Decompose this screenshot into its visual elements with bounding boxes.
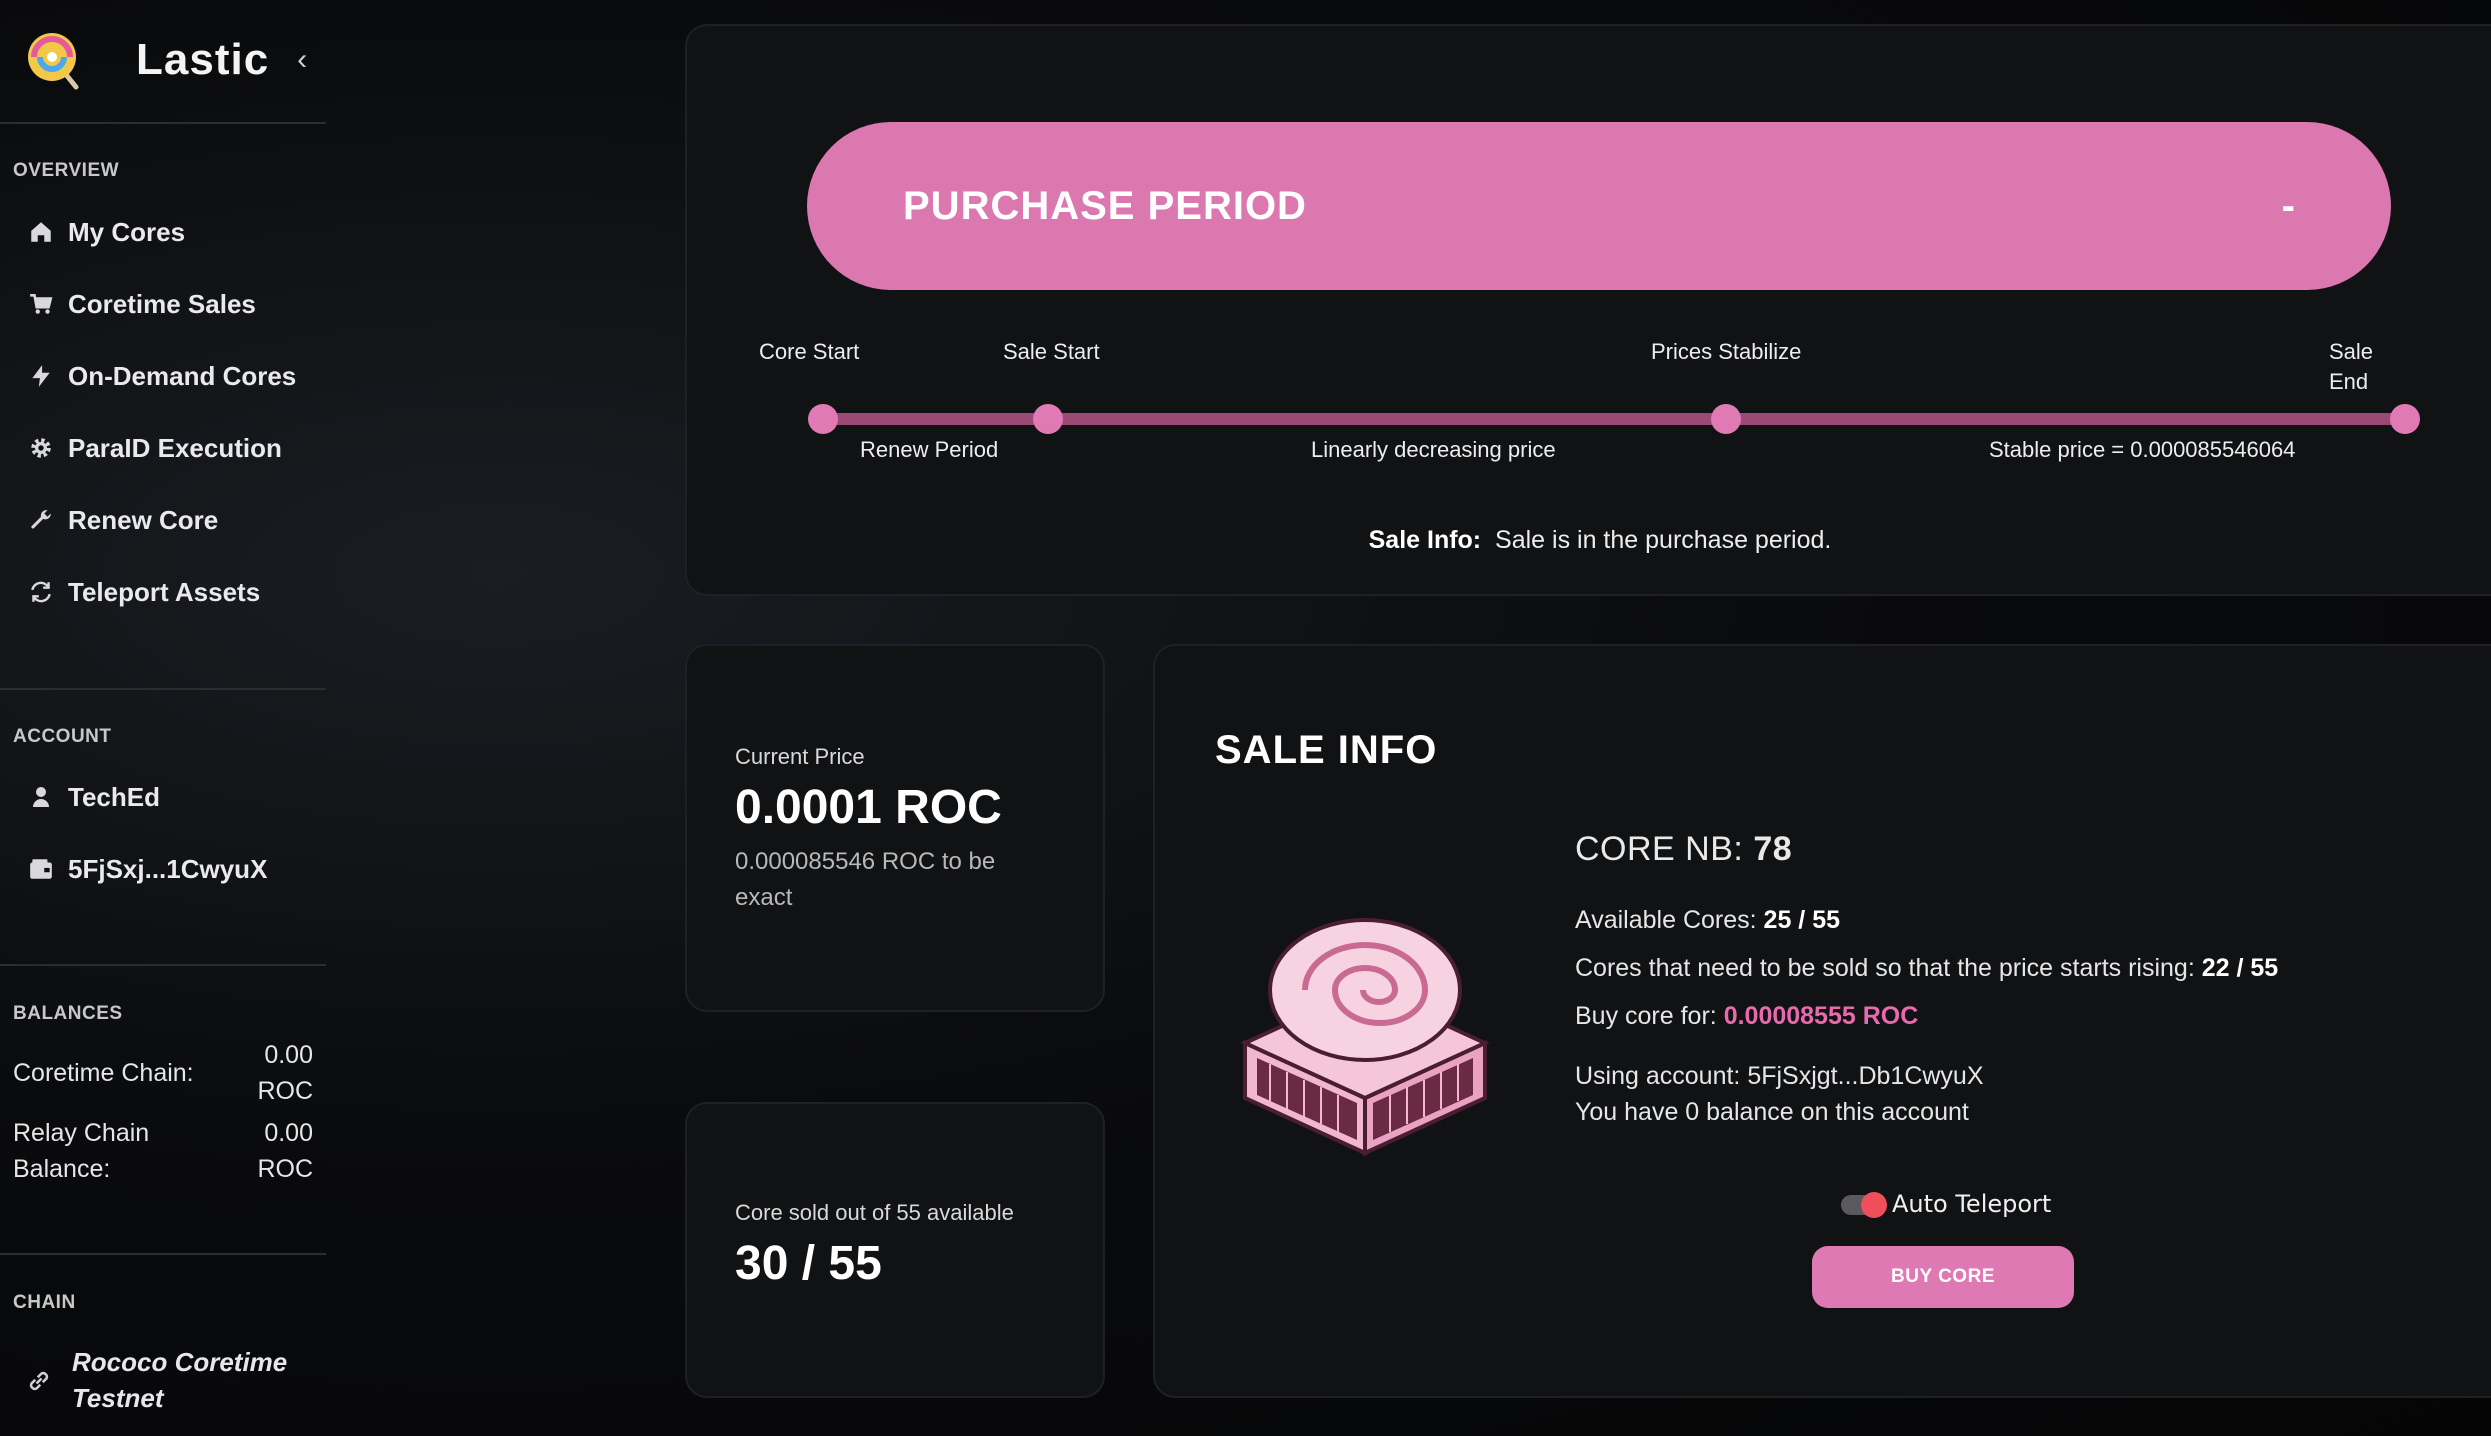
- buy-core-button[interactable]: BUY CORE: [1812, 1246, 2074, 1308]
- core-nb-label: CORE NB:: [1575, 830, 1744, 868]
- sale-info-card: SALE INFO CORE NB: 78 Available Cores: 2…: [1153, 644, 2491, 1398]
- purchase-period-card: PURCHASE PERIOD - Core Start Sale Start …: [685, 24, 2491, 596]
- current-price-card: Current Price 0.0001 ROC 0.000085546 ROC…: [685, 644, 1105, 1012]
- account-address[interactable]: 5FjSxj...1CwyuX: [26, 849, 267, 889]
- account-balance-note: You have 0 balance on this account: [1575, 1098, 1969, 1126]
- sidebar-item-my-cores[interactable]: My Cores: [26, 212, 185, 252]
- link-icon: [24, 1366, 54, 1401]
- available-cores-value: 25 / 55: [1763, 906, 1840, 934]
- phase-renew-period: Renew Period: [860, 437, 999, 462]
- toggle-knob: [1861, 1192, 1887, 1218]
- timeline-dot-sale-start: [1033, 404, 1063, 434]
- wallet-icon: [26, 854, 56, 884]
- account-name[interactable]: TechEd: [26, 777, 160, 817]
- coretime-balance-value: 0.00: [264, 1041, 313, 1069]
- sidebar-divider: [0, 122, 326, 124]
- chain-name: Rococo Coretime Testnet: [72, 1347, 288, 1413]
- auto-teleport-label: Auto Teleport: [1892, 1190, 2052, 1218]
- balances-section-title: BALANCES: [13, 1003, 123, 1024]
- chain-selector[interactable]: Rococo Coretime Testnet: [24, 1344, 322, 1416]
- gear-icon: [26, 433, 56, 463]
- relay-balance-value: 0.00: [264, 1119, 313, 1147]
- home-icon: [26, 217, 56, 247]
- sidebar-divider: [0, 1253, 326, 1255]
- wrench-icon: [26, 505, 56, 535]
- phase-linear-price: Linearly decreasing price: [1311, 437, 1556, 462]
- phase-stable-price: Stable price = 0.000085546064: [1989, 437, 2296, 462]
- sidebar-item-label: ParaID Execution: [68, 432, 282, 463]
- milestone-sale-start: Sale Start: [1003, 339, 1100, 364]
- current-price-value: 0.0001 ROC: [735, 781, 1002, 834]
- cores-sold-label: Core sold out of 55 available: [735, 1200, 1014, 1225]
- sidebar-item-label: Renew Core: [68, 504, 219, 535]
- account-address-label: 5FjSxj...1CwyuX: [68, 853, 268, 884]
- buy-core-price: Buy core for: 0.00008555 ROC: [1575, 1002, 1918, 1031]
- sidebar-item-on-demand-cores[interactable]: On-Demand Cores: [26, 356, 296, 396]
- timeline-dot-prices-stabilize: [1711, 404, 1741, 434]
- sidebar-item-label: My Cores: [68, 216, 186, 247]
- sidebar-item-renew-core[interactable]: Renew Core: [26, 500, 218, 540]
- price-threshold-value: 22 / 55: [2201, 954, 2279, 982]
- sidebar-divider: [0, 688, 326, 690]
- brand: Lastic ‹: [24, 28, 307, 92]
- purchase-period-banner: PURCHASE PERIOD -: [807, 122, 2391, 290]
- using-account: Using account: 5FjSxjgt...Db1CwyuX: [1575, 1062, 1984, 1090]
- brand-name: Lastic: [136, 35, 270, 84]
- current-price-exact: 0.000085546 ROC to be exact: [735, 848, 996, 911]
- lollipop-logo-icon: [24, 29, 86, 91]
- buy-core-price-value: 0.00008555 ROC: [1723, 1002, 1919, 1030]
- sale-info-label: Sale Info:: [1368, 526, 1482, 554]
- period-title: PURCHASE PERIOD: [903, 183, 1307, 228]
- refresh-icon: [26, 577, 56, 607]
- milestone-core-start: Core Start: [759, 339, 860, 364]
- account-section-title: ACCOUNT: [13, 726, 112, 747]
- chevron-left-icon[interactable]: ‹: [297, 43, 307, 77]
- account-name-label: TechEd: [68, 781, 160, 812]
- milestone-prices-stabilize: Prices Stabilize: [1651, 339, 1802, 364]
- price-threshold-label: Cores that need to be sold so that the p…: [1575, 954, 2195, 982]
- app-root: Lastic ‹ OVERVIEW My Cores Coretime Sale…: [0, 0, 2491, 1436]
- timeline-dot-sale-end: [2390, 404, 2420, 434]
- sidebar-item-label: Coretime Sales: [68, 288, 256, 319]
- sale-info-text: Sale is in the purchase period.: [1495, 526, 1832, 554]
- sidebar-item-teleport-assets[interactable]: Teleport Assets: [26, 572, 260, 612]
- relay-balance-label-2: Balance:: [13, 1155, 111, 1183]
- sidebar-divider: [0, 964, 326, 966]
- cores-sold-card: Core sold out of 55 available 30 / 55: [685, 1102, 1105, 1398]
- bolt-icon: [26, 361, 56, 391]
- sale-info-heading: SALE INFO: [1215, 728, 1438, 772]
- overview-section-title: OVERVIEW: [13, 160, 120, 181]
- sidebar: Lastic ‹ OVERVIEW My Cores Coretime Sale…: [0, 0, 326, 1436]
- cart-icon: [26, 289, 56, 319]
- milestone-sale-end-2: End: [2329, 369, 2369, 394]
- core-illustration: [1235, 878, 1495, 1158]
- sidebar-item-coretime-sales[interactable]: Coretime Sales: [26, 284, 256, 324]
- coretime-balance-label: Coretime Chain:: [13, 1059, 194, 1087]
- period-remaining: -: [2281, 183, 2295, 228]
- current-price-label: Current Price: [735, 744, 865, 769]
- cores-sold-value: 30 / 55: [735, 1237, 882, 1290]
- core-number: CORE NB: 78: [1575, 830, 1792, 869]
- timeline-dot-core-start: [808, 404, 838, 434]
- price-threshold: Cores that need to be sold so that the p…: [1575, 954, 2278, 983]
- auto-teleport-toggle[interactable]: [1841, 1192, 1887, 1218]
- milestone-sale-end: Sale: [2329, 339, 2374, 364]
- sidebar-item-label: On-Demand Cores: [68, 360, 297, 391]
- coretime-balance-unit: ROC: [257, 1077, 313, 1105]
- buy-core-price-label: Buy core for:: [1575, 1002, 1717, 1030]
- chain-section-title: CHAIN: [13, 1292, 76, 1313]
- available-cores: Available Cores: 25 / 55: [1575, 906, 1840, 935]
- relay-balance-unit: ROC: [257, 1155, 313, 1183]
- core-nb-value: 78: [1753, 830, 1793, 868]
- relay-balance-label: Relay Chain: [13, 1119, 150, 1147]
- sidebar-item-paraid-execution[interactable]: ParaID Execution: [26, 428, 282, 468]
- coretime-balance-row: Coretime Chain: 0.00 ROC: [13, 1037, 313, 1109]
- available-cores-label: Available Cores:: [1575, 906, 1757, 934]
- sale-info-status: Sale Info: Sale is in the purchase perio…: [687, 526, 2491, 555]
- user-icon: [26, 782, 56, 812]
- relay-balance-row: Relay Chain Balance: 0.00 ROC: [13, 1115, 313, 1187]
- sidebar-item-label: Teleport Assets: [68, 576, 261, 607]
